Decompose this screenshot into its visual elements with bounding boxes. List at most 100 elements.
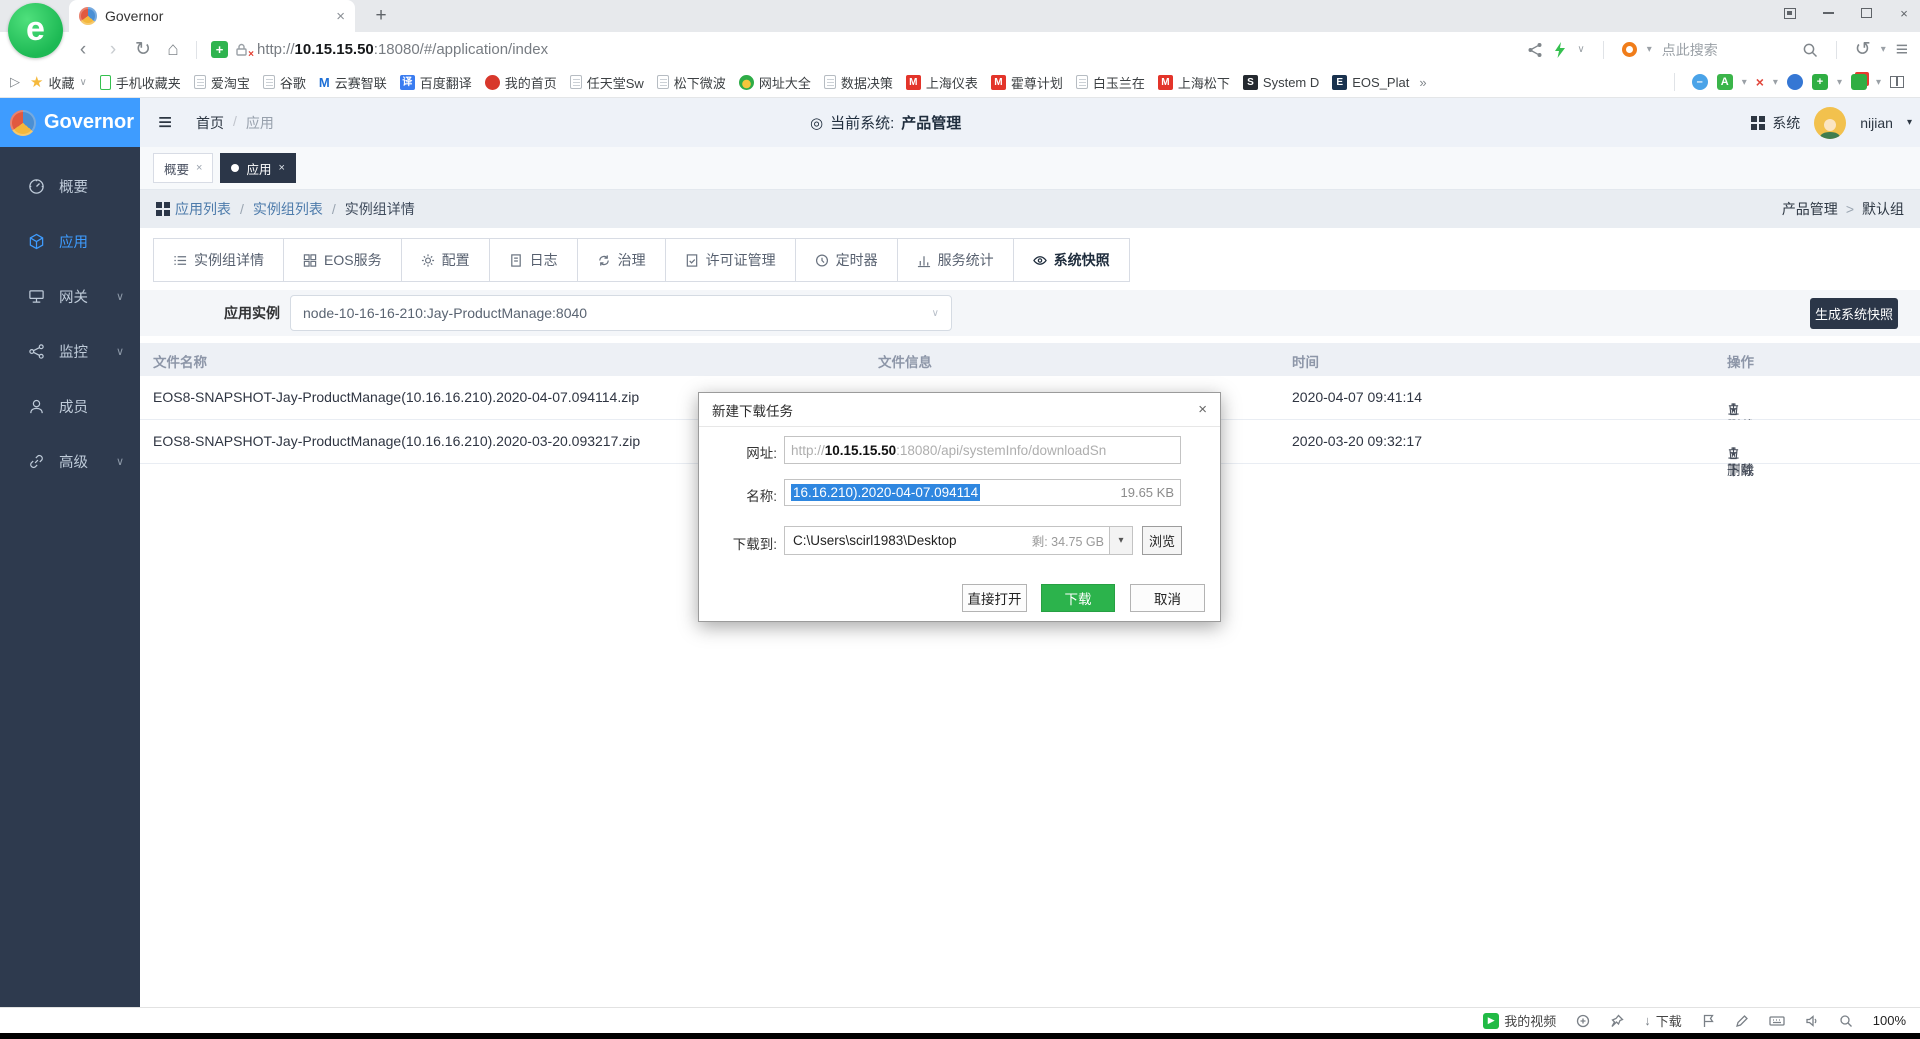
bookmark-item[interactable]: 网址大全 — [736, 71, 814, 94]
search-input[interactable]: 点此搜索 — [1662, 40, 1792, 60]
system-nav-button[interactable]: 系统 — [1751, 113, 1800, 133]
generate-snapshot-button[interactable]: 生成系统快照 — [1810, 297, 1898, 329]
bookmarks-overflow-icon[interactable]: » — [1419, 75, 1426, 90]
username[interactable]: nijian — [1860, 115, 1893, 131]
zoom-search-icon[interactable] — [1839, 1014, 1853, 1028]
sidebar-toggle-icon[interactable]: ≡ — [158, 110, 172, 134]
tab-chip-application[interactable]: 应用 × — [220, 153, 296, 183]
breadcrumb-app-list[interactable]: 应用列表 — [175, 199, 231, 219]
forward-button[interactable]: › — [98, 39, 128, 61]
home-button[interactable]: ⌂ — [158, 39, 188, 61]
name-field[interactable]: 16.16.210).2020-04-07.094114 19.65 KB — [784, 479, 1181, 506]
insecure-lock-icon[interactable]: × — [234, 42, 254, 60]
instance-select[interactable]: node-10-16-16-210:Jay-ProductManage:8040… — [290, 295, 952, 331]
reader-mode-icon[interactable]: – — [1691, 74, 1708, 90]
reload-button[interactable]: ↻ — [128, 38, 158, 61]
wallet-icon[interactable] — [1850, 74, 1867, 90]
browser-tab[interactable]: Governor × — [69, 0, 355, 32]
back-button[interactable]: ‹ — [68, 39, 98, 61]
bookmarks-collapse-icon[interactable]: ▷ — [10, 74, 20, 90]
sidebar-item-application[interactable]: 应用 — [0, 214, 140, 269]
download-button[interactable]: 下载 — [1727, 402, 1754, 434]
bookmark-item[interactable]: 白玉兰在 — [1073, 71, 1148, 94]
adblock-icon[interactable]: + — [1811, 74, 1828, 90]
bookmark-item[interactable]: 译百度翻译 — [397, 71, 475, 94]
maximize-button[interactable] — [1858, 6, 1874, 20]
new-tab-button[interactable]: + — [368, 4, 394, 28]
download-button[interactable]: 下载 — [1727, 446, 1754, 478]
bookmark-item[interactable]: 任天堂Sw — [567, 71, 647, 94]
sidebar-item-monitoring[interactable]: 监控 ∨ — [0, 324, 140, 379]
restore-caret-icon[interactable]: ▾ — [1881, 44, 1886, 55]
workspace-icon[interactable] — [1782, 6, 1798, 20]
share-icon[interactable] — [1527, 42, 1543, 58]
tab-close-icon[interactable]: × — [336, 8, 345, 25]
tab-service-stats[interactable]: 服务统计 — [896, 238, 1014, 282]
my-videos-button[interactable]: ▶ 我的视频 — [1483, 1011, 1556, 1030]
tab-system-snapshot[interactable]: 系统快照 — [1012, 238, 1130, 282]
screenshot-icon[interactable]: × — [1756, 74, 1764, 90]
tab-chip-overview[interactable]: 概要 × — [153, 153, 214, 183]
close-window-button[interactable]: × — [1896, 6, 1912, 21]
sidebar-item-advanced[interactable]: 高级 ∨ — [0, 434, 140, 489]
sidebar-item-members[interactable]: 成员 — [0, 379, 140, 434]
search-engine-icon[interactable] — [1621, 42, 1637, 57]
sidebar-item-gateway[interactable]: 网关 ∨ — [0, 269, 140, 324]
account-icon[interactable] — [1786, 74, 1803, 90]
dialog-download-button[interactable]: 下载 — [1041, 584, 1115, 612]
reader-icon[interactable] — [1576, 1014, 1590, 1028]
url-text[interactable]: http://10.15.15.50:18080/#/application/i… — [257, 41, 548, 58]
breadcrumb-home[interactable]: 首页 — [196, 113, 224, 133]
bookmark-item[interactable]: M 上海松下 — [1155, 71, 1233, 94]
turbo-bolt-icon[interactable] — [1553, 41, 1567, 58]
bookmark-item[interactable]: 数据决策 — [821, 71, 896, 94]
restore-session-icon[interactable]: ↺ — [1855, 38, 1871, 61]
tab-license[interactable]: 许可证管理 — [664, 238, 796, 282]
bookmark-item[interactable]: 手机收藏夹 — [97, 71, 184, 94]
search-engine-caret-icon[interactable]: ▾ — [1647, 44, 1652, 55]
tab-config[interactable]: 配置 — [400, 238, 490, 282]
downloads-button[interactable]: ↓ 下载 — [1644, 1011, 1682, 1030]
bookmark-item[interactable]: S System D — [1240, 73, 1322, 92]
close-icon[interactable]: × — [196, 162, 202, 174]
bookmark-item[interactable]: E EOS_Plat — [1329, 73, 1412, 92]
cancel-button[interactable]: 取消 — [1130, 584, 1205, 612]
split-window-icon[interactable] — [1890, 76, 1904, 88]
browser-menu-icon[interactable]: ≡ — [1896, 38, 1908, 62]
bookmark-item[interactable]: 松下微波 — [654, 71, 729, 94]
tab-governance[interactable]: 治理 — [576, 238, 666, 282]
bookmark-item[interactable]: M 霍尊计划 — [988, 71, 1066, 94]
tab-timer[interactable]: 定时器 — [794, 238, 898, 282]
bookmark-item[interactable]: 我的首页 — [482, 71, 560, 94]
user-caret-icon[interactable]: ▾ — [1907, 117, 1912, 128]
breadcrumb-instance-group-list[interactable]: 实例组列表 — [253, 199, 323, 219]
dest-dropdown-icon[interactable]: ▾ — [1109, 527, 1132, 554]
speaker-icon[interactable] — [1805, 1014, 1819, 1028]
browser-logo-icon[interactable]: e — [8, 3, 63, 58]
close-icon[interactable]: × — [278, 162, 284, 174]
tab-logs[interactable]: 日志 — [488, 238, 578, 282]
security-shield-icon[interactable]: + — [211, 41, 228, 58]
dialog-close-icon[interactable]: × — [1198, 401, 1207, 418]
notes-icon[interactable] — [1735, 1014, 1749, 1028]
bookmark-item[interactable]: 谷歌 — [260, 71, 309, 94]
turbo-caret-icon[interactable]: ∨ — [1577, 44, 1584, 55]
favorites-menu[interactable]: ★ 收藏 ∨ — [27, 71, 90, 94]
zoom-level[interactable]: 100% — [1873, 1013, 1906, 1028]
minimize-button[interactable] — [1820, 6, 1836, 20]
keyboard-icon[interactable] — [1769, 1014, 1785, 1028]
bookmark-item[interactable]: 爱淘宝 — [191, 71, 253, 94]
dialog-titlebar[interactable]: 新建下载任务 × — [699, 393, 1220, 427]
tab-instance-group-detail[interactable]: 实例组详情 — [153, 238, 284, 282]
destination-combobox[interactable]: C:\Users\scirl1983\Desktop 剩: 34.75 GB ▾ — [784, 526, 1133, 555]
bookmark-item[interactable]: M 云赛智联 — [316, 71, 390, 94]
avatar[interactable] — [1814, 106, 1847, 139]
bookmark-item[interactable]: M 上海仪表 — [903, 71, 981, 94]
translate-icon[interactable]: A — [1716, 74, 1733, 90]
open-directly-button[interactable]: 直接打开 — [962, 584, 1027, 612]
browse-button[interactable]: 浏览 — [1142, 526, 1182, 555]
sidebar-item-overview[interactable]: 概要 — [0, 159, 140, 214]
pin-icon[interactable] — [1610, 1014, 1624, 1028]
flag-icon[interactable] — [1702, 1014, 1715, 1028]
url-field[interactable]: http://10.15.15.50:18080/api/systemInfo/… — [784, 436, 1181, 464]
